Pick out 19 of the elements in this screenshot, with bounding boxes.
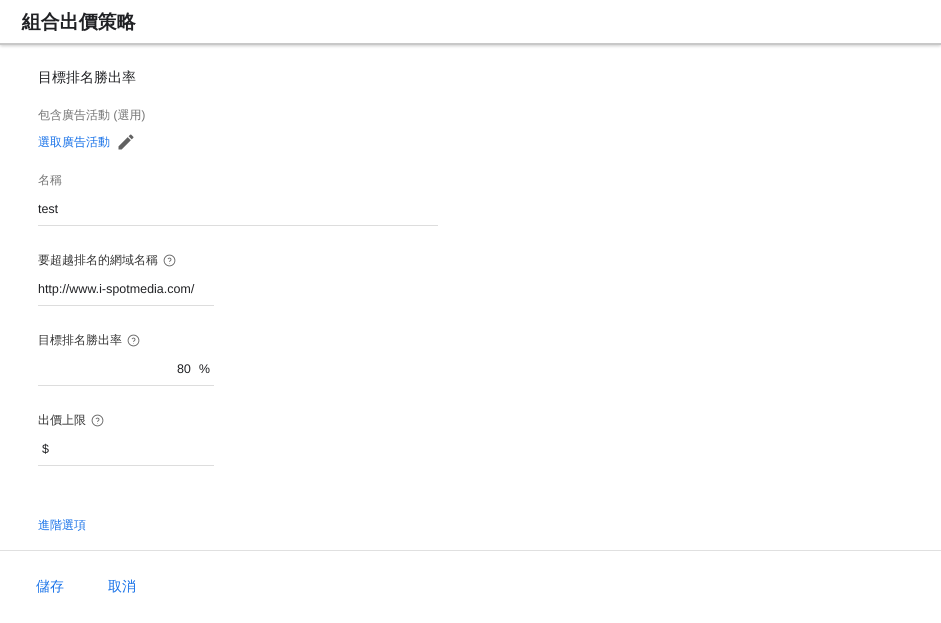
select-campaigns-link[interactable]: 選取廣告活動 [38,134,110,150]
pencil-icon[interactable] [116,132,136,152]
input-field[interactable]: 80 % [38,353,214,386]
field-label: 要超越排名的網域名稱 [38,252,158,269]
campaigns-label: 包含廣告活動 (選用) [38,107,146,124]
field-label: 目標排名勝出率 [38,332,122,349]
input-field[interactable]: $ [38,433,214,466]
cancel-button[interactable]: 取消 [108,578,136,596]
help-icon[interactable] [91,414,104,427]
input-field[interactable]: http://www.i-spotmedia.com/ [38,273,214,306]
help-icon[interactable] [127,334,140,347]
advanced-options-link[interactable]: 進階選項 [38,518,86,532]
save-button[interactable]: 儲存 [36,578,64,596]
field-label: 名稱 [38,172,62,189]
input-field[interactable]: test [38,193,438,226]
field-label: 出價上限 [38,412,86,429]
help-icon[interactable] [163,254,176,267]
section-title: 目標排名勝出率 [38,69,137,87]
page-title: 組合出價策略 [22,10,136,34]
